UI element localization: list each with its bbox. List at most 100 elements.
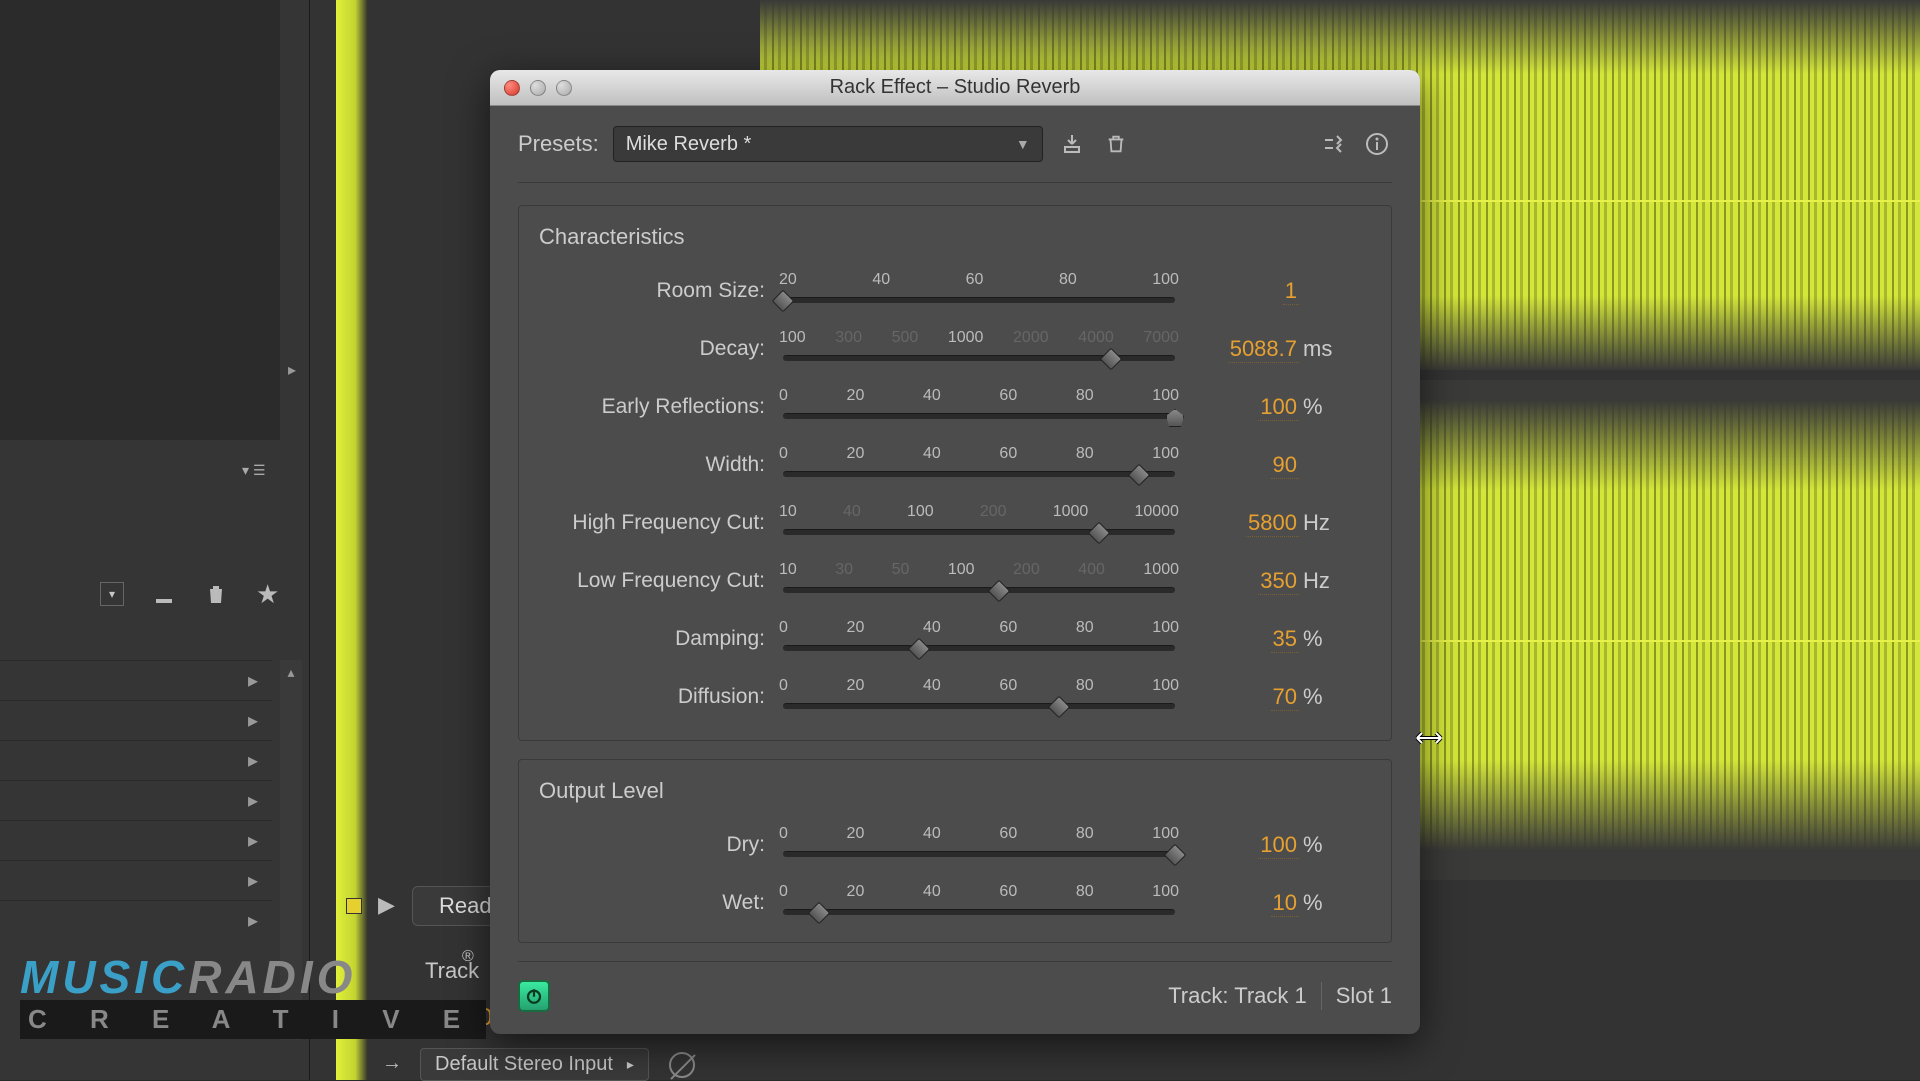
expand-icon[interactable]: ▸ (288, 360, 296, 380)
presets-label: Presets: (518, 131, 599, 157)
panel-menu-icon[interactable]: ▾ (242, 462, 249, 479)
info-icon[interactable] (1362, 129, 1392, 159)
save-preset-icon[interactable] (1057, 129, 1087, 159)
param-unit: Hz (1299, 510, 1339, 536)
chevron-down-icon: ▼ (1016, 136, 1030, 152)
slider-thumb[interactable] (1128, 464, 1151, 487)
slider-thumb[interactable] (808, 902, 831, 925)
param-value[interactable]: 100 (1258, 394, 1299, 421)
param-label: Room Size: (539, 279, 779, 303)
param-label: Wet: (539, 891, 779, 915)
trash-icon[interactable] (204, 582, 228, 606)
param-damping: Damping:020406080100 35% (539, 610, 1371, 668)
slider[interactable]: 020406080100 (779, 883, 1179, 923)
input-selector[interactable]: Default Stereo Input ▸ (420, 1048, 649, 1081)
param-label: High Frequency Cut: (539, 511, 779, 535)
track-color-swatch[interactable] (346, 898, 362, 914)
slider-thumb[interactable] (1088, 522, 1111, 545)
expand-icon[interactable]: ▸ (248, 788, 258, 813)
param-value[interactable]: 5800 (1246, 510, 1299, 537)
param-label: Damping: (539, 627, 779, 651)
expand-icon[interactable]: ▸ (248, 868, 258, 893)
power-button[interactable] (518, 980, 550, 1012)
slider[interactable]: 020406080100 (779, 445, 1179, 485)
star-icon[interactable]: ★ (256, 579, 279, 610)
titlebar[interactable]: Rack Effect – Studio Reverb (490, 70, 1420, 106)
param-label: Diffusion: (539, 685, 779, 709)
preset-value: Mike Reverb * (626, 133, 752, 156)
param-diffusion: Diffusion:020406080100 70% (539, 668, 1371, 726)
expand-icon[interactable]: ▸ (248, 708, 258, 733)
param-value[interactable]: 350 (1258, 568, 1299, 595)
param-unit: % (1299, 684, 1339, 710)
play-icon[interactable]: ▶ (378, 892, 395, 918)
expand-icon[interactable]: ▸ (248, 908, 258, 933)
slider-thumb[interactable] (1100, 348, 1123, 371)
delete-preset-icon[interactable] (1101, 129, 1131, 159)
section-title: Characteristics (539, 224, 1371, 250)
expand-icon[interactable]: ▸ (248, 828, 258, 853)
param-value[interactable]: 1 (1283, 278, 1299, 305)
expand-icon[interactable]: ▸ (248, 748, 258, 773)
channel-map-icon[interactable] (1318, 129, 1348, 159)
param-label: Width: (539, 453, 779, 477)
slider[interactable]: 020406080100 (779, 825, 1179, 865)
param-wet: Wet:02040608010010% (539, 874, 1371, 932)
slider-thumb[interactable] (1048, 696, 1071, 719)
slider-thumb[interactable] (1164, 844, 1187, 867)
param-unit: ms (1299, 336, 1339, 362)
expand-icon[interactable]: ▸ (248, 668, 258, 693)
param-value[interactable]: 100 (1258, 832, 1299, 859)
slider[interactable]: 1003005001000200040007000 (779, 329, 1179, 369)
input-selector-label: Default Stereo Input (435, 1053, 613, 1076)
output-section: Output Level Dry:020406080100100%Wet:020… (518, 759, 1392, 943)
slider[interactable]: 1040100200100010000 (779, 503, 1179, 543)
param-lfCut: Low Frequency Cut:1030501002004001000 350… (539, 552, 1371, 610)
slider-thumb[interactable] (908, 638, 931, 661)
footer-track: Track: Track 1 (1168, 983, 1307, 1009)
footer-slot: Slot 1 (1336, 983, 1392, 1009)
close-icon[interactable] (504, 80, 520, 96)
slider-thumb[interactable] (1166, 409, 1184, 427)
param-label: Decay: (539, 337, 779, 361)
param-unit: % (1299, 832, 1339, 858)
param-value[interactable]: 5088.7 (1228, 336, 1299, 363)
param-value[interactable]: 70 (1271, 684, 1299, 711)
param-label: Early Reflections: (539, 395, 779, 419)
slider[interactable]: 020406080100 (779, 619, 1179, 659)
effects-list: ▸ ▸ ▸ ▸ ▸ ▸ ▸ (0, 660, 272, 940)
section-title: Output Level (539, 778, 1371, 804)
param-unit: % (1299, 626, 1339, 652)
characteristics-section: Characteristics Room Size:20406080100 1 De… (518, 205, 1392, 741)
param-unit: % (1299, 394, 1339, 420)
param-value[interactable]: 90 (1271, 452, 1299, 479)
save-icon[interactable] (152, 582, 176, 606)
divider (1321, 982, 1322, 1010)
param-width: Width:020406080100 90 (539, 436, 1371, 494)
preset-dropdown-small[interactable]: ▾ (100, 582, 124, 606)
chevron-right-icon: ▸ (627, 1056, 634, 1073)
param-earlyRef: Early Reflections:020406080100 100% (539, 378, 1371, 436)
phase-invert-icon[interactable] (669, 1052, 695, 1078)
slider[interactable]: 020406080100 (779, 387, 1179, 427)
route-arrow-icon: → (382, 1052, 402, 1075)
param-label: Dry: (539, 833, 779, 857)
param-value[interactable]: 10 (1271, 890, 1299, 917)
slider[interactable]: 020406080100 (779, 677, 1179, 717)
slider[interactable]: 1030501002004001000 (779, 561, 1179, 601)
selection-edge (336, 0, 368, 1080)
panel-list-icon[interactable]: ☰ (253, 462, 266, 479)
preset-dropdown[interactable]: Mike Reverb * ▼ (613, 126, 1043, 162)
param-decay: Decay:1003005001000200040007000 5088.7ms (539, 320, 1371, 378)
param-unit: Hz (1299, 568, 1339, 594)
slider-thumb[interactable] (988, 580, 1011, 603)
minimize-icon[interactable] (530, 80, 546, 96)
zoom-icon[interactable] (556, 80, 572, 96)
param-value[interactable]: 35 (1271, 626, 1299, 653)
param-dry: Dry:020406080100 100% (539, 816, 1371, 874)
param-label: Low Frequency Cut: (539, 569, 779, 593)
param-roomSize: Room Size:20406080100 1 (539, 262, 1371, 320)
left-panel: ▸ ▾ ☰ ▾ ★ ▸ ▸ ▸ ▸ ▸ ▸ ▸ ▴ (0, 0, 310, 1080)
param-hfCut: High Frequency Cut:1040100200100010000 58… (539, 494, 1371, 552)
slider[interactable]: 20406080100 (779, 271, 1179, 311)
